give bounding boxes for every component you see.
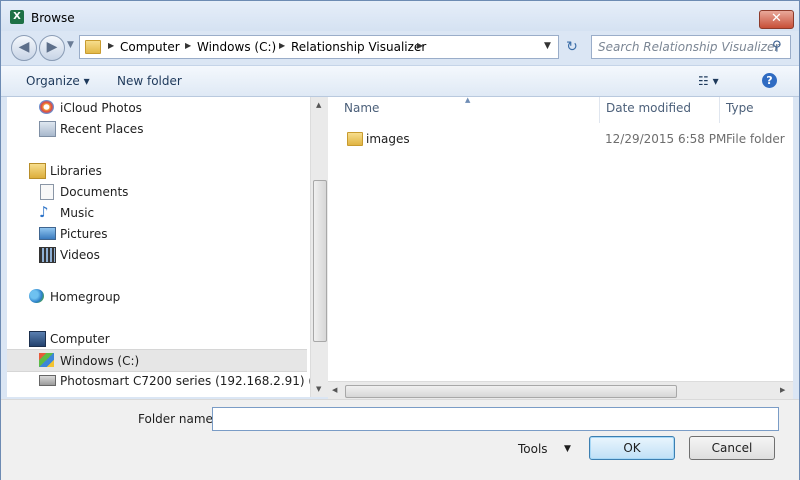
search-input[interactable]: Search Relationship Visualizer bbox=[598, 40, 779, 54]
nav-item-label: Documents bbox=[60, 185, 129, 199]
window-title: Browse bbox=[31, 11, 75, 25]
nav-item-libraries[interactable]: Libraries bbox=[7, 160, 307, 181]
breadcrumb-separator-icon[interactable]: ▶ bbox=[417, 41, 423, 50]
tools-button[interactable]: Tools bbox=[518, 442, 548, 456]
scrollbar-thumb[interactable] bbox=[345, 385, 677, 398]
libraries-icon bbox=[29, 163, 46, 179]
folder-name-input[interactable] bbox=[212, 407, 779, 431]
new-folder-button[interactable]: New folder bbox=[117, 74, 182, 88]
nav-item-photosmart-z[interactable]: Photosmart C7200 series (192.168.2.91) (… bbox=[7, 370, 310, 391]
refresh-button[interactable]: ↻ bbox=[559, 35, 585, 59]
tools-dropdown-icon[interactable]: ▼ bbox=[564, 444, 571, 454]
nav-item-label: Recent Places bbox=[60, 122, 144, 136]
history-dropdown-icon[interactable]: ▼ bbox=[67, 40, 74, 50]
drive-icon bbox=[39, 353, 54, 367]
videos-icon bbox=[39, 247, 56, 263]
forward-button[interactable]: ▶ bbox=[39, 35, 65, 61]
close-button[interactable]: ✕ bbox=[759, 10, 794, 29]
nav-item-label: Photosmart C7200 series (192.168.2.91) (… bbox=[60, 374, 310, 388]
nav-item-label: Windows (C:) bbox=[60, 354, 140, 368]
breadcrumb-separator-icon[interactable]: ▶ bbox=[108, 41, 114, 50]
help-icon[interactable]: ? bbox=[762, 73, 777, 88]
music-icon: ♪ bbox=[39, 203, 49, 221]
homegroup-icon bbox=[29, 289, 44, 303]
column-divider[interactable] bbox=[719, 97, 720, 123]
nav-item-computer[interactable]: Computer bbox=[7, 328, 307, 349]
breadcrumb-separator-icon[interactable]: ▶ bbox=[185, 41, 191, 50]
nav-item-label: Computer bbox=[50, 332, 110, 346]
search-icon[interactable]: ⚲ bbox=[772, 39, 782, 54]
file-type: File folder bbox=[726, 132, 785, 146]
nav-item-windows-c[interactable]: Windows (C:) bbox=[7, 349, 307, 372]
nav-item-label: Homegroup bbox=[50, 290, 121, 304]
pictures-icon bbox=[39, 227, 56, 240]
excel-icon: X bbox=[10, 10, 24, 24]
address-dropdown-icon[interactable]: ▼ bbox=[544, 41, 551, 51]
sort-ascending-icon: ▲ bbox=[465, 97, 471, 104]
documents-icon bbox=[40, 184, 54, 200]
file-row[interactable]: images 12/29/2015 6:58 PM File folder bbox=[328, 127, 793, 149]
file-list-horizontal-scrollbar[interactable]: ◀ ▶ bbox=[328, 381, 793, 399]
nav-item-label: Music bbox=[60, 206, 95, 220]
nav-item-recent-places[interactable]: Recent Places bbox=[7, 118, 307, 139]
back-button[interactable]: ◀ bbox=[11, 35, 37, 61]
scroll-up-icon[interactable]: ▲ bbox=[316, 101, 321, 109]
column-divider[interactable] bbox=[599, 97, 600, 123]
file-list: ▲ Name Date modified Type images 12/29/2… bbox=[328, 97, 793, 397]
change-view-button[interactable]: ☷ ▾ bbox=[698, 74, 719, 88]
folder-icon bbox=[347, 132, 363, 146]
network-drive-icon bbox=[39, 375, 56, 386]
address-bar[interactable]: ▶ Computer ▶ Windows (C:) ▶ Relationship… bbox=[79, 35, 559, 59]
title-bar: X Browse ✕ bbox=[1, 1, 799, 31]
breadcrumb-relationship-visualizer[interactable]: Relationship Visualizer bbox=[291, 40, 426, 54]
file-date-modified: 12/29/2015 6:58 PM bbox=[605, 132, 727, 146]
nav-item-documents[interactable]: Documents bbox=[7, 181, 307, 202]
scroll-right-icon[interactable]: ▶ bbox=[780, 386, 785, 394]
scroll-down-icon[interactable]: ▼ bbox=[316, 385, 321, 393]
file-name: images bbox=[366, 132, 410, 146]
folder-icon bbox=[85, 40, 101, 54]
dialog-footer: Folder name: Tools ▼ OK Cancel bbox=[1, 399, 799, 480]
nav-item-homegroup[interactable]: Homegroup bbox=[7, 286, 307, 307]
nav-item-pictures[interactable]: Pictures bbox=[7, 223, 307, 244]
search-box[interactable]: Search Relationship Visualizer ⚲ bbox=[591, 35, 791, 59]
breadcrumb-windows-c[interactable]: Windows (C:) bbox=[197, 40, 276, 54]
navigation-bar: ◀ ▶ ▼ ▶ Computer ▶ Windows (C:) ▶ Relati… bbox=[1, 31, 799, 63]
nav-item-music[interactable]: ♪ Music bbox=[7, 202, 307, 223]
browse-dialog: X Browse ✕ ◀ ▶ ▼ ▶ Computer ▶ Windows (C… bbox=[0, 0, 800, 480]
scrollbar-thumb[interactable] bbox=[313, 180, 327, 342]
nav-item-videos[interactable]: Videos bbox=[7, 244, 307, 265]
recent-places-icon bbox=[39, 121, 56, 137]
breadcrumb-separator-icon[interactable]: ▶ bbox=[279, 41, 285, 50]
nav-item-label: Videos bbox=[60, 248, 100, 262]
scroll-left-icon[interactable]: ◀ bbox=[332, 386, 337, 394]
command-toolbar: Organize ▾ New folder ☷ ▾ ? bbox=[1, 65, 799, 97]
cancel-button[interactable]: Cancel bbox=[689, 436, 775, 460]
nav-item-label: Libraries bbox=[50, 164, 102, 178]
column-header-type[interactable]: Type bbox=[726, 101, 754, 115]
icloud-photos-icon bbox=[39, 100, 54, 114]
column-header-date-modified[interactable]: Date modified bbox=[606, 101, 691, 115]
navigation-pane: iCloud Photos Recent Places Libraries Do… bbox=[7, 97, 310, 397]
nav-item-label: iCloud Photos bbox=[60, 101, 142, 115]
nav-pane-vertical-scrollbar[interactable]: ▲ ▼ bbox=[310, 97, 328, 397]
computer-icon bbox=[29, 331, 46, 347]
column-header-name[interactable]: Name bbox=[344, 101, 379, 115]
ok-button[interactable]: OK bbox=[589, 436, 675, 460]
nav-item-label: Pictures bbox=[60, 227, 108, 241]
folder-name-label: Folder name: bbox=[138, 412, 217, 426]
breadcrumb-computer[interactable]: Computer bbox=[120, 40, 180, 54]
organize-button[interactable]: Organize ▾ bbox=[26, 74, 90, 88]
nav-item-icloud-photos[interactable]: iCloud Photos bbox=[7, 97, 307, 118]
